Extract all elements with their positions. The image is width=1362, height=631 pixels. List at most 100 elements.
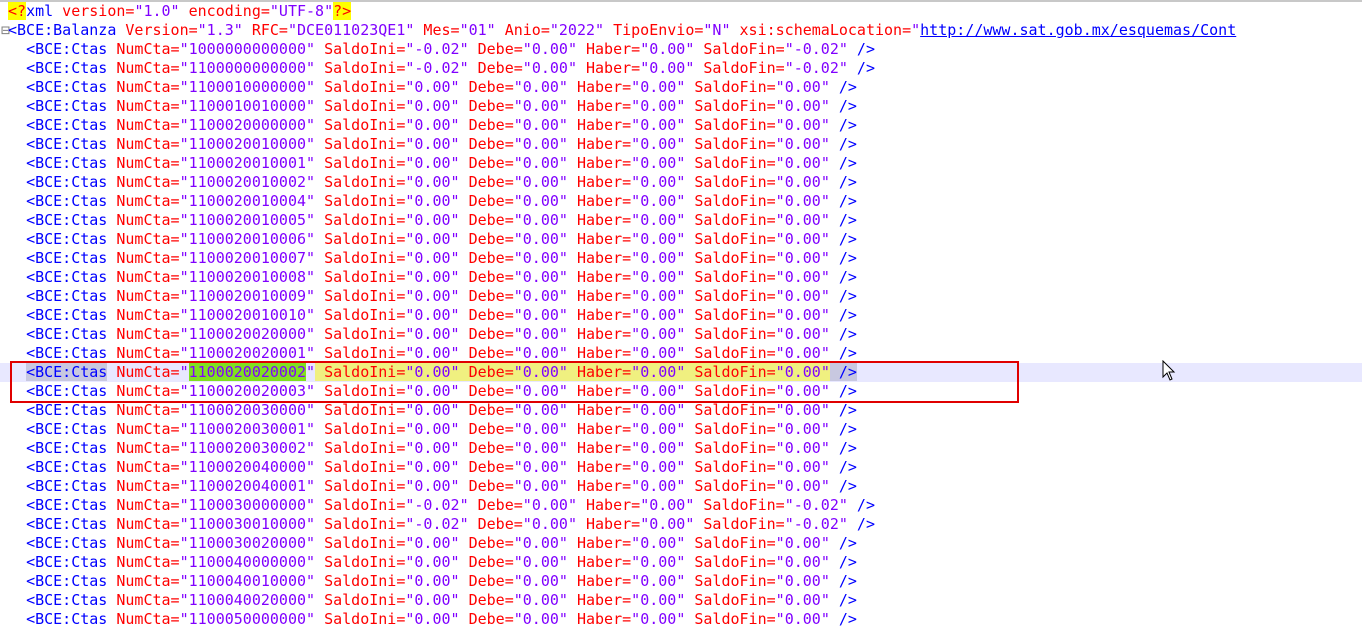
ctas-row[interactable]: <BCE:Ctas NumCta="1100020020000" SaldoIn… [0,325,1362,344]
saldofin-value-quote-close: " [820,211,830,229]
saldofin-value-quote-open: " [775,382,785,400]
ctas-row[interactable]: <BCE:Ctas NumCta="1100020030000" SaldoIn… [0,401,1362,420]
encoding-attr: encoding= [179,2,270,20]
ctas-close-tag: /> [829,268,857,286]
saldofin-value-quote-open: " [775,344,785,362]
saldofin-value: 0.00 [784,572,821,590]
debe-value-quote-close: " [558,591,568,609]
ctas-row[interactable]: <BCE:Ctas NumCta="1100020010004" SaldoIn… [0,192,1362,211]
ctas-row[interactable]: <BCE:Ctas NumCta="1100020010001" SaldoIn… [0,154,1362,173]
numcta-attr: NumCta= [107,192,180,210]
saldofin-value: 0.00 [784,154,821,172]
saldoini-attr: SaldoIni= [315,420,406,438]
debe-value: 0.00 [531,515,568,533]
ctas-row[interactable]: <BCE:Ctas NumCta="1100020010010" SaldoIn… [0,306,1362,325]
ctas-row[interactable]: <BCE:Ctas NumCta="1100020020002" SaldoIn… [0,363,1362,382]
debe-value-quote-open: " [522,59,532,77]
saldofin-value-quote-open: " [775,401,785,419]
ctas-row[interactable]: <BCE:Ctas NumCta="1100020010002" SaldoIn… [0,173,1362,192]
numcta-attr: NumCta= [107,59,180,77]
saldoini-attr: SaldoIni= [315,59,406,77]
xml-editor[interactable]: <?xml version="1.0" encoding="UTF-8"?> ⊟… [0,0,1362,631]
ctas-close-tag: /> [829,363,857,381]
saldoini-value: 0.00 [414,401,451,419]
haber-value-quote-open: " [631,249,641,267]
haber-value: 0.00 [640,420,677,438]
root-attr-name: Anio= [495,21,550,39]
xml-declaration-line[interactable]: <?xml version="1.0" encoding="UTF-8"?> [0,2,1362,21]
debe-attr: Debe= [459,458,514,476]
ctas-row[interactable]: <BCE:Ctas NumCta="1100020030002" SaldoIn… [0,439,1362,458]
ctas-row[interactable]: <BCE:Ctas NumCta="1100020020003" SaldoIn… [0,382,1362,401]
ctas-row[interactable]: <BCE:Ctas NumCta="1100040010000" SaldoIn… [0,572,1362,591]
ctas-row[interactable]: <BCE:Ctas NumCta="1100020040000" SaldoIn… [0,458,1362,477]
saldofin-value-quote-open: " [784,496,794,514]
ctas-row[interactable]: <BCE:Ctas NumCta="1100000000000" SaldoIn… [0,59,1362,78]
haber-value: 0.00 [640,268,677,286]
haber-value-quote-close: " [676,116,686,134]
ctas-row[interactable]: <BCE:Ctas NumCta="1100040000000" SaldoIn… [0,553,1362,572]
debe-value-quote-close: " [567,515,577,533]
numcta-quote-open: " [179,78,189,96]
saldofin-value-quote-close: " [820,325,830,343]
ctas-row[interactable]: <BCE:Ctas NumCta="1100030000000" SaldoIn… [0,496,1362,515]
haber-value-quote-close: " [676,534,686,552]
debe-value-quote-open: " [513,97,523,115]
saldoini-attr: SaldoIni= [315,211,406,229]
numcta-quote-close: " [306,230,316,248]
saldoini-value-quote-close: " [450,344,460,362]
numcta-attr: NumCta= [107,287,180,305]
numcta-quote-close: " [306,249,316,267]
ctas-row[interactable]: <BCE:Ctas NumCta="1100050000000" SaldoIn… [0,610,1362,629]
saldofin-value: -0.02 [793,40,839,58]
ctas-row[interactable]: <BCE:Ctas NumCta="1100020010000" SaldoIn… [0,135,1362,154]
ctas-tag: <BCE:Ctas [26,97,108,115]
ctas-row[interactable]: <BCE:Ctas NumCta="1100020010007" SaldoIn… [0,249,1362,268]
saldofin-value: 0.00 [784,591,821,609]
ctas-row[interactable]: <BCE:Ctas NumCta="1100020010005" SaldoIn… [0,211,1362,230]
ctas-row[interactable]: <BCE:Ctas NumCta="1100020030001" SaldoIn… [0,420,1362,439]
ctas-row[interactable]: <BCE:Ctas NumCta="1100020010008" SaldoIn… [0,268,1362,287]
numcta-attr: NumCta= [107,496,180,514]
ctas-row[interactable]: <BCE:Ctas NumCta="1100010000000" SaldoIn… [0,78,1362,97]
debe-attr: Debe= [459,610,514,628]
ctas-row[interactable]: <BCE:Ctas NumCta="1100030020000" SaldoIn… [0,534,1362,553]
ctas-row[interactable]: <BCE:Ctas NumCta="1100010010000" SaldoIn… [0,97,1362,116]
haber-value-quote-open: " [631,534,641,552]
ctas-row[interactable]: <BCE:Ctas NumCta="1100020010009" SaldoIn… [0,287,1362,306]
haber-value-quote-open: " [631,325,641,343]
ctas-row[interactable]: <BCE:Ctas NumCta="1100030010000" SaldoIn… [0,515,1362,534]
haber-value-quote-open: " [631,401,641,419]
ctas-close-tag: /> [829,344,857,362]
haber-value: 0.00 [649,59,686,77]
numcta-attr: NumCta= [107,116,180,134]
numcta-quote-close: " [306,325,316,343]
saldofin-value: 0.00 [784,249,821,267]
ctas-row[interactable]: <BCE:Ctas NumCta="1100020000000" SaldoIn… [0,116,1362,135]
schema-location-link[interactable]: http://www.sat.gob.mx/esquemas/Cont [920,21,1236,39]
saldofin-attr: SaldoFin= [694,515,785,533]
ctas-close-tag: /> [829,325,857,343]
debe-attr: Debe= [459,230,514,248]
ctas-row[interactable]: <BCE:Ctas NumCta="1100040020000" SaldoIn… [0,591,1362,610]
numcta-attr: NumCta= [107,591,180,609]
debe-value: 0.00 [522,230,559,248]
root-attr-name: RFC= [242,21,288,39]
ctas-row[interactable]: <BCE:Ctas NumCta="1000000000000" SaldoIn… [0,40,1362,59]
ctas-row[interactable]: <BCE:Ctas NumCta="1100020010006" SaldoIn… [0,230,1362,249]
ctas-tag: <BCE:Ctas [26,401,108,419]
numcta-value: 1100020010000 [188,135,307,153]
root-element-line[interactable]: ⊟ <BCE:Balanza Version="1.3" RFC="DCE011… [0,21,1362,40]
saldoini-attr: SaldoIni= [315,534,406,552]
ctas-row[interactable]: <BCE:Ctas NumCta="1100020020001" SaldoIn… [0,344,1362,363]
saldofin-attr: SaldoFin= [685,154,776,172]
ctas-row[interactable]: <BCE:Ctas NumCta="1100020040001" SaldoIn… [0,477,1362,496]
saldoini-attr: SaldoIni= [315,591,406,609]
root-attr-name: TipoEnvio= [604,21,704,39]
haber-attr: Haber= [567,192,632,210]
ctas-tag: <BCE:Ctas [26,230,108,248]
